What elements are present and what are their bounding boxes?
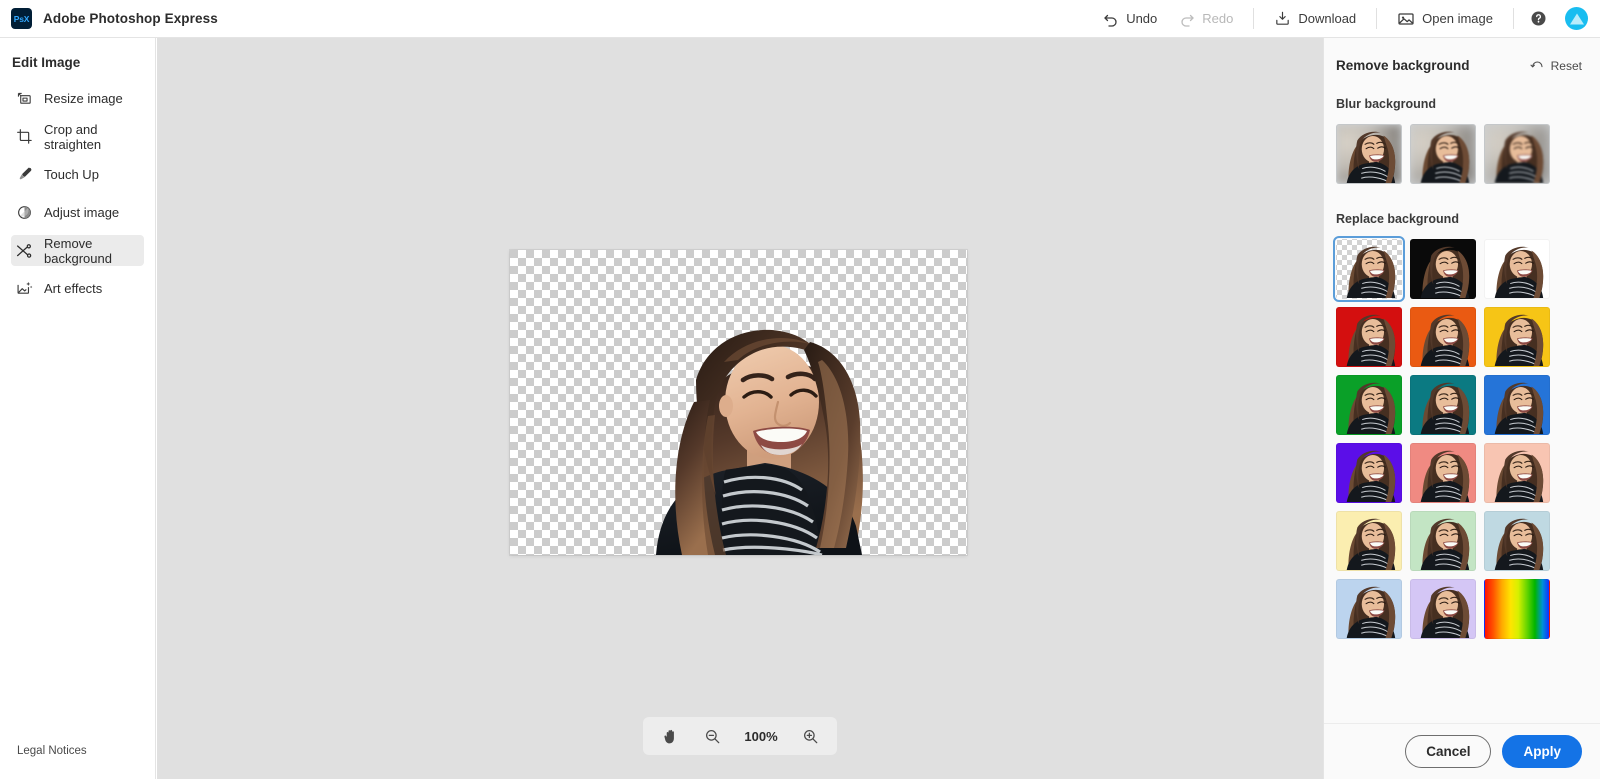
replace-thumbnail-blue[interactable]	[1484, 375, 1550, 435]
open-image-label: Open image	[1422, 11, 1493, 26]
replace-thumbnail-transparent[interactable]	[1333, 236, 1405, 302]
sidebar-item-label: Crop and straighten	[44, 121, 102, 152]
right-panel-header: Remove background Reset	[1324, 38, 1600, 76]
replace-thumbnail-green[interactable]	[1336, 375, 1402, 435]
blur-thumbnail-blur-medium[interactable]	[1410, 124, 1476, 184]
blur-thumbnail-blur-high[interactable]	[1484, 124, 1550, 184]
help-circle-icon	[1530, 10, 1547, 27]
cancel-button[interactable]: Cancel	[1405, 735, 1492, 768]
replace-thumbnail-pale-green[interactable]	[1410, 511, 1476, 571]
blur-section-title: Blur background	[1336, 97, 1437, 111]
sidebar-item-touch-up[interactable]: Touch Up	[11, 159, 144, 190]
toolbar-divider-1	[1253, 8, 1255, 29]
sidebar-item-resize-image[interactable]: Resize image	[11, 83, 144, 114]
sidebar-item-label: Adjust image	[44, 205, 120, 220]
zoom-level-value: 100%	[744, 728, 778, 744]
replace-thumbnail-red[interactable]	[1336, 307, 1402, 367]
download-button[interactable]: Download	[1263, 5, 1367, 32]
redo-arrow-icon	[1179, 11, 1195, 27]
replace-thumbnail-teal[interactable]	[1410, 375, 1476, 435]
reset-label: Reset	[1550, 58, 1582, 73]
open-image-button[interactable]: Open image	[1386, 5, 1504, 33]
edited-image-canvas[interactable]	[510, 250, 967, 555]
hand-tool-button[interactable]	[657, 723, 683, 749]
replace-thumbnail-rainbow-gradient[interactable]	[1484, 579, 1550, 639]
redo-label: Redo	[1202, 11, 1234, 26]
right-panel-footer: Cancel Apply	[1324, 723, 1600, 779]
toolbar-divider-3	[1513, 8, 1514, 29]
replace-thumbnail-salmon[interactable]	[1410, 443, 1476, 503]
replace-thumbnail-light-blue[interactable]	[1336, 579, 1402, 639]
replace-thumbnail-black[interactable]	[1410, 239, 1476, 299]
sidebar-item-art-effects[interactable]: Art effects	[11, 273, 144, 304]
download-label: Download	[1298, 11, 1357, 26]
right-panel-title: Remove background	[1336, 58, 1470, 73]
resize-icon	[15, 90, 33, 108]
sidebar-item-label: Remove background	[44, 235, 112, 266]
toolbar-divider-2	[1376, 8, 1378, 29]
canvas-area[interactable]: 100%	[157, 38, 1323, 779]
download-tray-icon	[1274, 10, 1291, 27]
sidebar-title: Edit Image	[12, 55, 81, 70]
right-panel: Remove background Reset Blur background	[1323, 38, 1600, 779]
top-toolbar: PsX Adobe Photoshop Express Undo Redo Do…	[0, 0, 1600, 38]
replace-thumbnail-pale-blue[interactable]	[1484, 511, 1550, 571]
replace-background-section: Replace background	[1324, 212, 1600, 639]
replace-section-title: Replace background	[1336, 212, 1459, 226]
undo-arrow-icon	[1103, 11, 1119, 27]
reset-arrow-icon	[1530, 58, 1545, 73]
replace-thumbnail-lavender[interactable]	[1410, 579, 1476, 639]
sidebar-item-crop-and-straighten[interactable]: Crop and straighten	[11, 121, 144, 152]
undo-button[interactable]: Undo	[1092, 6, 1168, 32]
brush-icon	[15, 166, 33, 184]
replace-thumbnail-peach[interactable]	[1484, 443, 1550, 503]
user-avatar[interactable]	[1565, 7, 1588, 30]
replace-thumbnail-pale-yellow[interactable]	[1336, 511, 1402, 571]
apply-button[interactable]: Apply	[1502, 735, 1582, 768]
redo-button[interactable]: Redo	[1168, 6, 1244, 32]
scissors-icon	[15, 242, 33, 260]
replace-thumbnail-white[interactable]	[1484, 239, 1550, 299]
sidebar-item-remove-background[interactable]: Remove background	[11, 235, 144, 266]
picture-icon	[1397, 10, 1415, 28]
sidebar-menu: Resize image Crop and straighten Touch U…	[0, 83, 155, 304]
help-button[interactable]	[1523, 4, 1553, 34]
art-effects-icon	[15, 280, 33, 298]
zoom-out-button[interactable]	[699, 723, 725, 749]
replace-thumbnail-orange[interactable]	[1410, 307, 1476, 367]
app-brand: PsX Adobe Photoshop Express	[0, 8, 218, 29]
zoom-toolbar: 100%	[643, 717, 837, 755]
blur-background-section: Blur background	[1324, 97, 1600, 184]
sidebar-item-label: Touch Up	[44, 167, 99, 182]
reset-button[interactable]: Reset	[1525, 55, 1587, 76]
replace-thumbnail-violet[interactable]	[1336, 443, 1402, 503]
portrait-subject	[510, 250, 967, 555]
sidebar-item-adjust-image[interactable]: Adjust image	[11, 197, 144, 228]
top-actions-group: Undo Redo Download Open image	[1092, 0, 1600, 38]
right-panel-scroll-body: Blur background Replace background	[1324, 76, 1600, 723]
contrast-icon	[15, 204, 33, 222]
sidebar-item-label: Resize image	[44, 91, 123, 106]
legal-notices-link[interactable]: Legal Notices	[0, 745, 156, 779]
hand-icon	[662, 728, 679, 745]
zoom-in-button[interactable]	[797, 723, 823, 749]
app-title: Adobe Photoshop Express	[43, 11, 218, 26]
undo-label: Undo	[1126, 11, 1158, 26]
zoom-out-icon	[704, 728, 721, 745]
portrait-svg	[656, 329, 863, 555]
replace-options-grid	[1324, 226, 1600, 639]
photoshop-express-logo-icon: PsX	[11, 8, 32, 29]
left-sidebar: Edit Image Resize image Crop and straigh…	[0, 38, 156, 779]
sidebar-item-label: Art effects	[44, 281, 103, 296]
blur-thumbnail-blur-low[interactable]	[1336, 124, 1402, 184]
zoom-in-icon	[802, 728, 819, 745]
crop-icon	[15, 128, 33, 146]
blur-options-grid	[1324, 111, 1600, 184]
replace-thumbnail-yellow[interactable]	[1484, 307, 1550, 367]
